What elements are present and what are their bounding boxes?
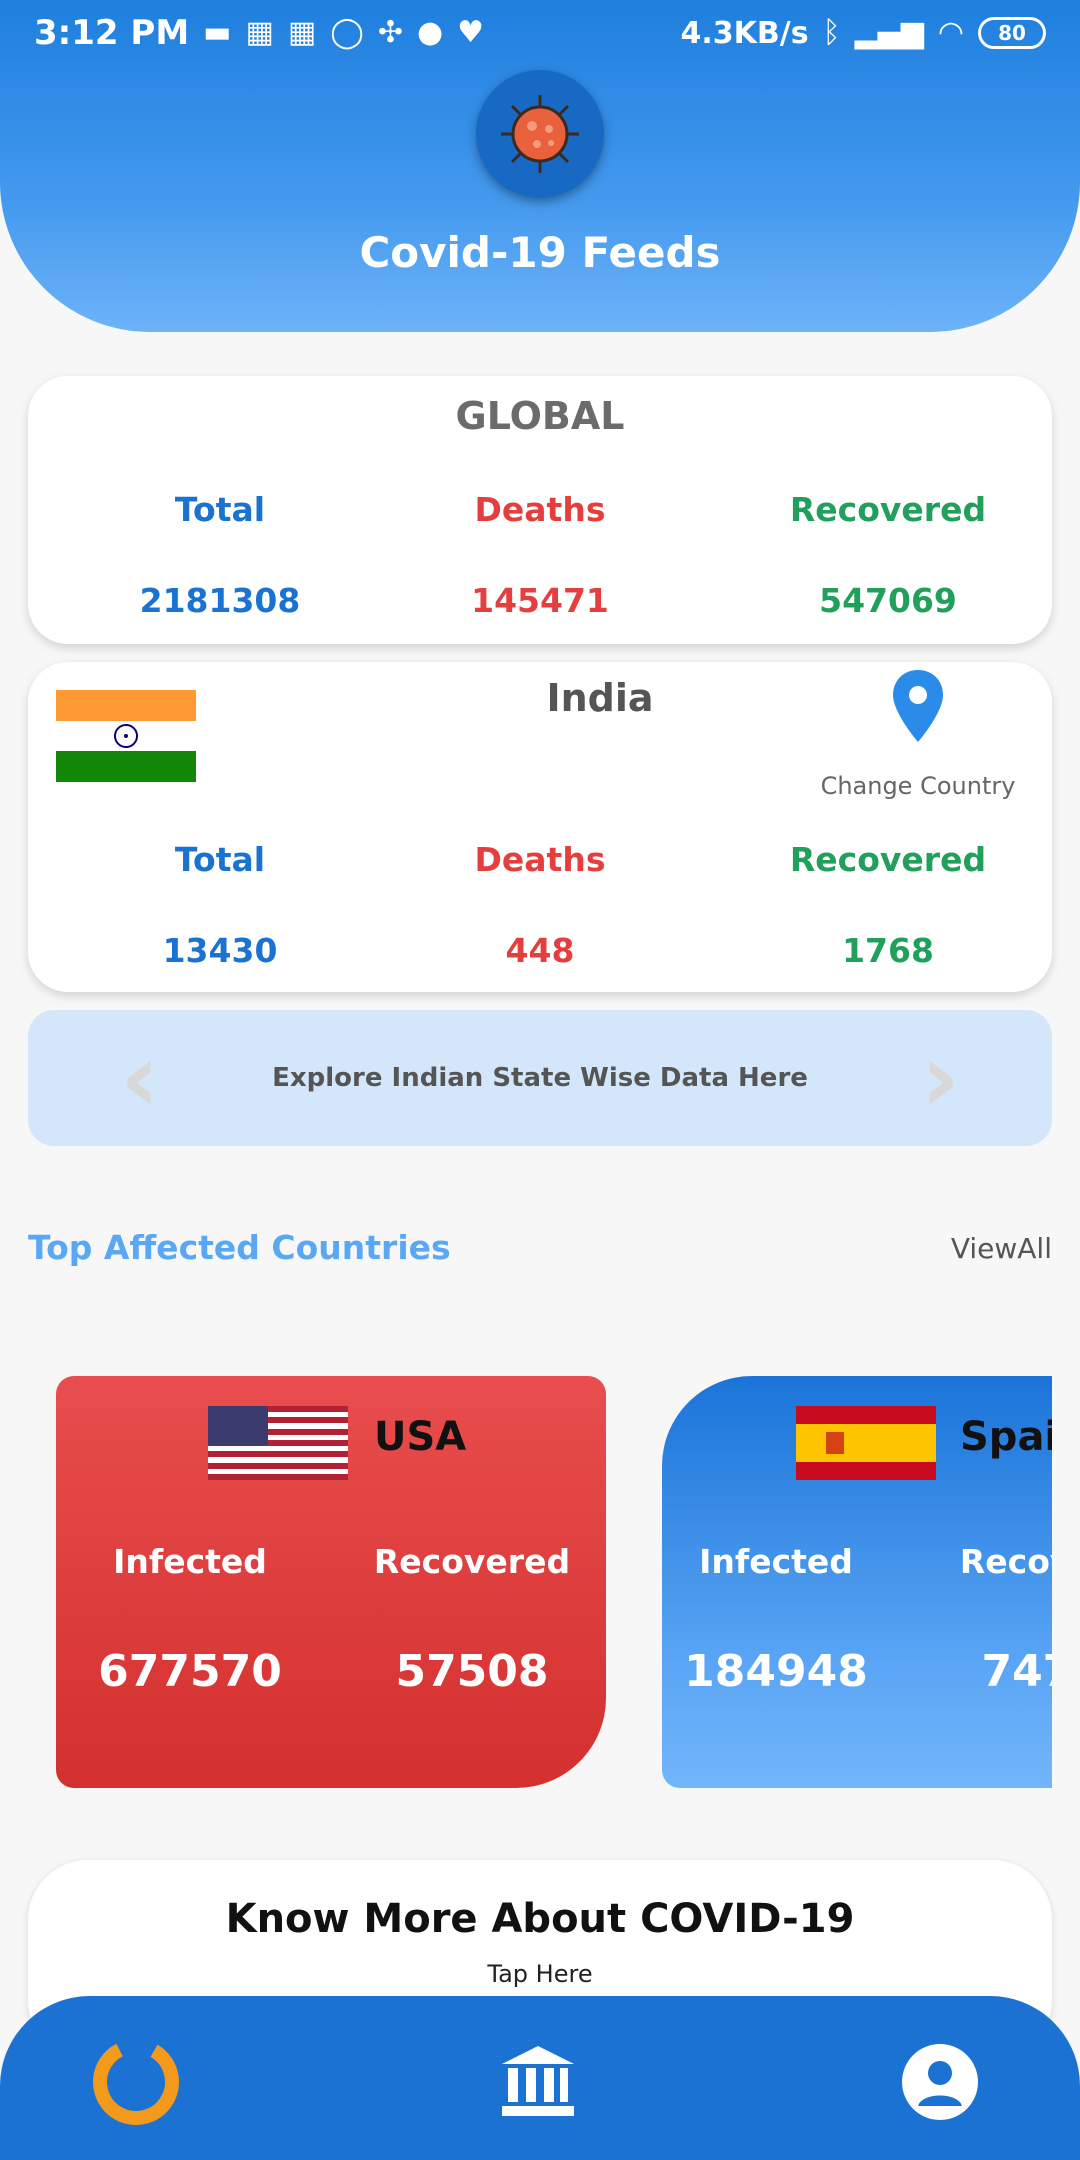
signal-icon: ▂▄▆: [854, 15, 924, 50]
calculator-icon: ▦: [245, 15, 274, 50]
global-total-label: Total: [174, 490, 266, 529]
country-card-usa[interactable]: USA Infected Recovered 677570 57508: [56, 1376, 606, 1788]
global-total-value: 2181308: [139, 581, 301, 620]
know-more-title: Know More About COVID-19: [225, 1896, 855, 1942]
change-country-label: Change Country: [820, 772, 1016, 800]
country-name-usa: USA: [374, 1414, 467, 1460]
country-recovered-label: Recovered: [789, 840, 987, 879]
spain-infected-value: 184948: [684, 1646, 868, 1697]
drop-icon: ●: [416, 15, 444, 50]
battery-indicator: 80: [978, 17, 1046, 49]
country-card-spain[interactable]: Spain Infected Recovered 184948 74797: [662, 1376, 1052, 1788]
usa-infected-value: 677570: [98, 1646, 282, 1697]
search-icon: ◯: [330, 15, 364, 50]
country-deaths-value: 448: [505, 931, 575, 970]
location-pin-icon: [893, 670, 943, 742]
explore-text: Explore Indian State Wise Data Here: [272, 1063, 808, 1093]
country-deaths: Deaths 448: [390, 840, 690, 970]
know-more-subtitle: Tap Here: [487, 1960, 593, 1988]
top-countries-carousel[interactable]: USA Infected Recovered 677570 57508 Spai…: [0, 1376, 1052, 1788]
country-recovered-value: 1768: [842, 931, 934, 970]
message-icon: ▬: [203, 15, 232, 50]
spain-recovered-value: 74797: [981, 1646, 1052, 1697]
calculator-icon-2: ▦: [287, 15, 317, 50]
usa-recovered-label: Recovered: [373, 1542, 571, 1581]
country-total: Total 13430: [70, 840, 370, 970]
global-deaths-label: Deaths: [474, 490, 606, 529]
country-name-spain: Spain: [960, 1414, 1052, 1460]
view-all-link[interactable]: ViewAll: [951, 1232, 1052, 1265]
explore-state-data-banner[interactable]: ‹ Explore Indian State Wise Data Here ›: [28, 1010, 1052, 1146]
app-title: Covid-19 Feeds: [359, 228, 721, 277]
global-total: Total 2181308: [70, 490, 370, 620]
net-speed: 4.3KB/s: [680, 15, 809, 51]
global-recovered: Recovered 547069: [738, 490, 1038, 620]
global-recovered-value: 547069: [819, 581, 957, 620]
spain-infected-label: Infected: [699, 1542, 853, 1581]
profile-icon: [902, 2044, 978, 2120]
usa-infected-label: Infected: [113, 1542, 267, 1581]
donut-chart-icon: [93, 2039, 179, 2125]
chevron-right-icon[interactable]: ›: [920, 1030, 960, 1126]
usa-recovered-value: 57508: [395, 1646, 549, 1697]
global-card: GLOBAL Total 2181308 Deaths 145471 Recov…: [28, 376, 1052, 644]
nav-stats-button[interactable]: [86, 2032, 186, 2132]
nav-bank-button[interactable]: [488, 2032, 588, 2132]
country-recovered: Recovered 1768: [738, 840, 1038, 970]
status-left: 3:12 PM ▬ ▦ ▦ ◯ ✣ ● ♥: [34, 13, 484, 53]
status-right: 4.3KB/s ᛒ ▂▄▆ ◠ 80: [681, 16, 1046, 51]
country-total-label: Total: [174, 840, 266, 879]
status-bar: 3:12 PM ▬ ▦ ▦ ◯ ✣ ● ♥ 4.3KB/s ᛒ ▂▄▆ ◠ 80: [0, 0, 1080, 66]
heart-icon: ♥: [457, 15, 485, 50]
fan-icon: ✣: [377, 15, 403, 50]
wifi-icon: ◠: [937, 15, 964, 50]
country-deaths-label: Deaths: [474, 840, 606, 879]
global-recovered-label: Recovered: [789, 490, 987, 529]
spain-flag-icon: [796, 1406, 936, 1480]
top-affected-title: Top Affected Countries: [28, 1228, 451, 1267]
global-deaths-value: 145471: [471, 581, 609, 620]
usa-flag-icon: [208, 1406, 348, 1480]
country-card: India Change Country Total 13430 Deaths …: [28, 662, 1052, 992]
bluetooth-icon: ᛒ: [822, 15, 841, 50]
bottom-navigation: [0, 1996, 1080, 2160]
chevron-left-icon[interactable]: ‹: [120, 1030, 160, 1126]
global-deaths: Deaths 145471: [390, 490, 690, 620]
global-title: GLOBAL: [455, 394, 625, 438]
virus-icon: [476, 70, 604, 198]
bank-icon: [502, 2046, 574, 2116]
nav-profile-button[interactable]: [890, 2032, 990, 2132]
app-header: 3:12 PM ▬ ▦ ▦ ◯ ✣ ● ♥ 4.3KB/s ᛒ ▂▄▆ ◠ 80: [0, 0, 1080, 332]
spain-recovered-label: Recovered: [959, 1542, 1052, 1581]
status-time: 3:12 PM: [34, 13, 190, 53]
country-total-value: 13430: [162, 931, 278, 970]
